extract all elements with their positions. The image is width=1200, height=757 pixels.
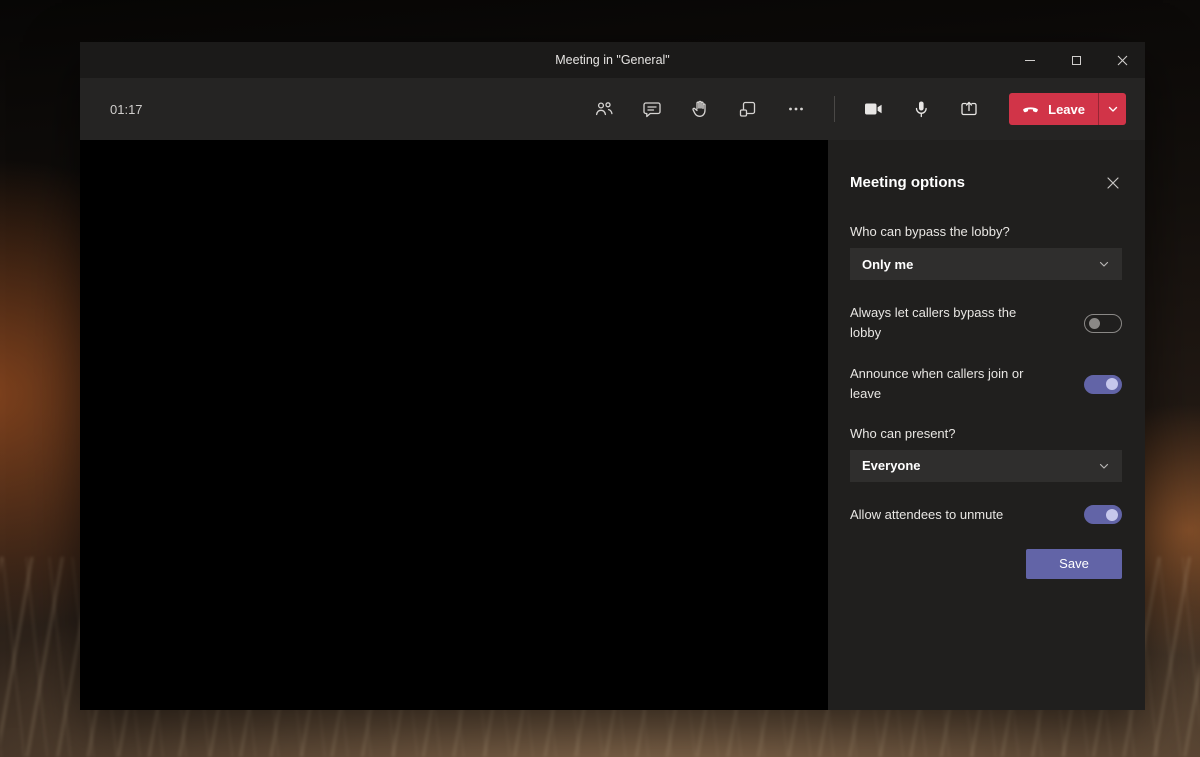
leave-options-button[interactable] [1098, 93, 1126, 125]
present-dropdown[interactable]: Everyone [850, 450, 1122, 482]
meeting-main-area: Meeting options Who can bypass the lobby… [80, 140, 1145, 710]
leave-button-group: Leave [1009, 93, 1126, 125]
callers-bypass-row: Always let callers bypass the lobby [850, 303, 1122, 343]
chevron-down-icon [1098, 460, 1110, 472]
chat-button[interactable] [631, 88, 673, 130]
present-label: Who can present? [850, 426, 1122, 441]
announce-label: Announce when callers join or leave [850, 364, 1046, 404]
lobby-dropdown[interactable]: Only me [850, 248, 1122, 280]
toggle-knob [1089, 318, 1100, 329]
meeting-toolbar: 01:17 [80, 78, 1145, 140]
more-options-button[interactable] [775, 88, 817, 130]
participants-button[interactable] [583, 88, 625, 130]
panel-header: Meeting options [850, 174, 1122, 192]
toolbar-divider [834, 96, 835, 122]
close-window-button[interactable] [1099, 42, 1145, 78]
close-icon [1106, 176, 1120, 190]
save-button[interactable]: Save [1026, 549, 1122, 579]
announce-row: Announce when callers join or leave [850, 364, 1122, 404]
toggle-knob [1106, 378, 1118, 390]
window-title: Meeting in "General" [80, 53, 1145, 67]
participants-icon [593, 98, 615, 120]
window-controls [1007, 42, 1145, 78]
microphone-button[interactable] [900, 88, 942, 130]
hang-up-icon [1021, 100, 1040, 119]
announce-toggle[interactable] [1084, 375, 1122, 394]
video-stage [80, 140, 828, 710]
share-screen-icon [958, 98, 980, 120]
panel-title: Meeting options [850, 174, 965, 191]
chevron-down-icon [1098, 258, 1110, 270]
title-bar: Meeting in "General" [80, 42, 1145, 78]
close-icon [1117, 55, 1128, 66]
chat-icon [641, 98, 663, 120]
meeting-timer: 01:17 [110, 102, 143, 117]
teams-meeting-window: Meeting in "General" 01:17 [80, 42, 1145, 710]
present-field: Who can present? Everyone [850, 426, 1122, 482]
minimize-button[interactable] [1007, 42, 1053, 78]
leave-button[interactable]: Leave [1009, 93, 1098, 125]
camera-icon [862, 98, 884, 120]
callers-bypass-toggle[interactable] [1084, 314, 1122, 333]
breakout-rooms-icon [737, 98, 759, 120]
lobby-field: Who can bypass the lobby? Only me [850, 224, 1122, 280]
unmute-toggle[interactable] [1084, 505, 1122, 524]
save-row: Save [850, 549, 1122, 579]
unmute-label: Allow attendees to unmute [850, 505, 1003, 525]
chevron-down-icon [1107, 103, 1119, 115]
present-dropdown-value: Everyone [862, 458, 921, 473]
leave-button-label: Leave [1048, 102, 1085, 117]
minimize-icon [1025, 60, 1035, 61]
camera-button[interactable] [852, 88, 894, 130]
toggle-knob [1106, 509, 1118, 521]
unmute-row: Allow attendees to unmute [850, 505, 1122, 525]
microphone-icon [910, 98, 932, 120]
callers-bypass-label: Always let callers bypass the lobby [850, 303, 1046, 343]
share-screen-button[interactable] [948, 88, 990, 130]
breakout-rooms-button[interactable] [727, 88, 769, 130]
lobby-label: Who can bypass the lobby? [850, 224, 1122, 239]
maximize-button[interactable] [1053, 42, 1099, 78]
panel-close-button[interactable] [1104, 174, 1122, 192]
raise-hand-icon [689, 98, 711, 120]
meeting-options-panel: Meeting options Who can bypass the lobby… [828, 140, 1145, 710]
lobby-dropdown-value: Only me [862, 257, 913, 272]
raise-hand-button[interactable] [679, 88, 721, 130]
maximize-icon [1072, 56, 1081, 65]
more-options-icon [785, 98, 807, 120]
